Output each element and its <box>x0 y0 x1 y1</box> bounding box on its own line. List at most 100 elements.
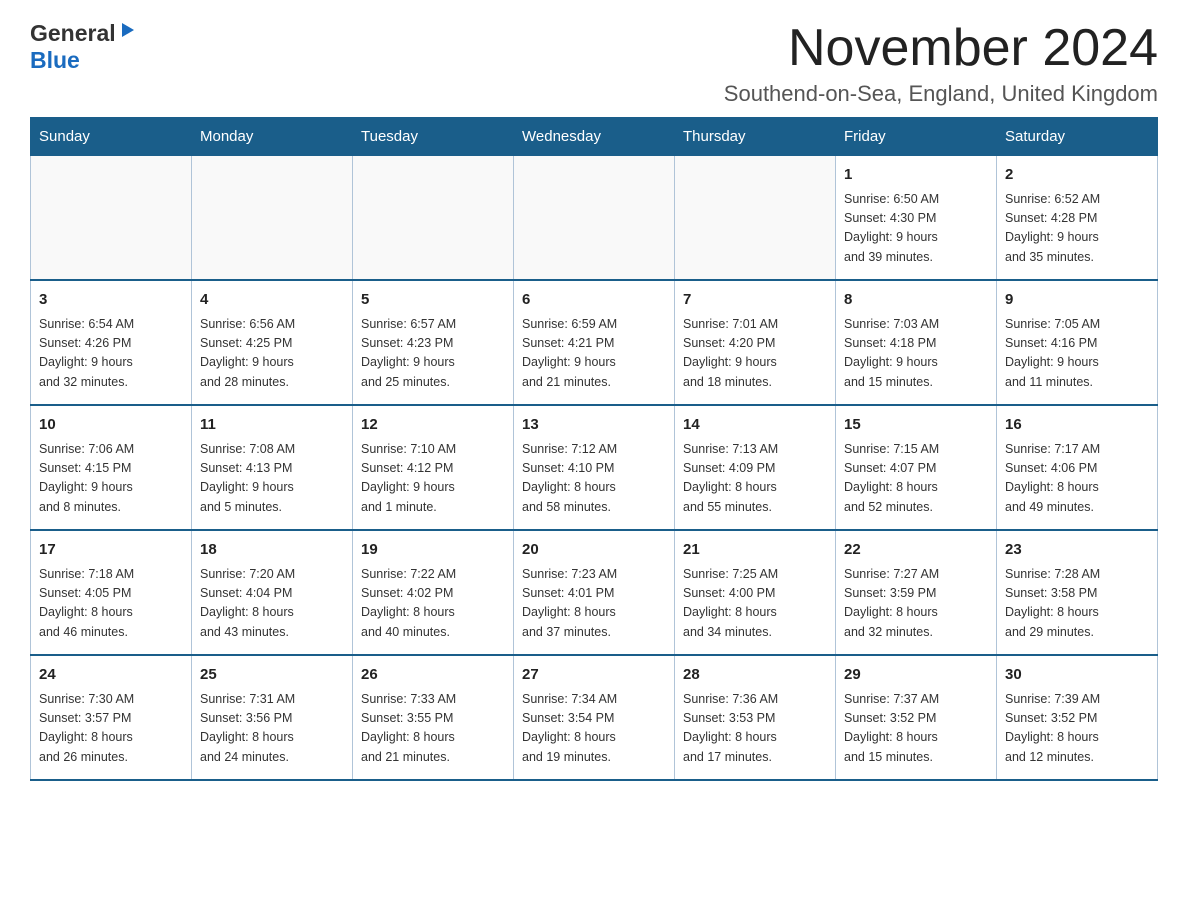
day-info: Sunrise: 7:34 AM Sunset: 3:54 PM Dayligh… <box>522 690 666 768</box>
day-info: Sunrise: 7:05 AM Sunset: 4:16 PM Dayligh… <box>1005 315 1149 393</box>
day-number: 19 <box>361 539 505 562</box>
calendar-cell <box>192 156 353 281</box>
day-number: 28 <box>683 664 827 687</box>
calendar-cell: 2 Sunrise: 6:52 AM Sunset: 4:28 PM Daylig… <box>997 156 1158 281</box>
calendar-day-header: Thursday <box>675 118 836 156</box>
day-number: 11 <box>200 414 344 437</box>
day-number: 24 <box>39 664 183 687</box>
day-number: 29 <box>844 664 988 687</box>
day-number: 3 <box>39 289 183 312</box>
calendar-cell: 23Sunrise: 7:28 AM Sunset: 3:58 PM Dayli… <box>997 530 1158 655</box>
calendar-week-row: 24Sunrise: 7:30 AM Sunset: 3:57 PM Dayli… <box>31 655 1158 780</box>
day-info: Sunrise: 7:31 AM Sunset: 3:56 PM Dayligh… <box>200 690 344 768</box>
title-block: November 2024 Southend-on-Sea, England, … <box>724 20 1158 107</box>
calendar-cell: 6 Sunrise: 6:59 AM Sunset: 4:21 PM Daylig… <box>514 280 675 405</box>
day-info: Sunrise: 7:10 AM Sunset: 4:12 PM Dayligh… <box>361 440 505 518</box>
logo-arrow-icon <box>118 21 136 44</box>
day-number: 22 <box>844 539 988 562</box>
calendar-cell: 25Sunrise: 7:31 AM Sunset: 3:56 PM Dayli… <box>192 655 353 780</box>
location-subtitle: Southend-on-Sea, England, United Kingdom <box>724 81 1158 107</box>
day-info: Sunrise: 7:08 AM Sunset: 4:13 PM Dayligh… <box>200 440 344 518</box>
calendar-cell <box>675 156 836 281</box>
calendar-cell: 20 Sunrise: 7:23 AM Sunset: 4:01 PM Dayli… <box>514 530 675 655</box>
calendar-cell: 18 Sunrise: 7:20 AM Sunset: 4:04 PM Dayli… <box>192 530 353 655</box>
day-info: Sunrise: 7:03 AM Sunset: 4:18 PM Dayligh… <box>844 315 988 393</box>
day-info: Sunrise: 7:23 AM Sunset: 4:01 PM Dayligh… <box>522 565 666 643</box>
calendar-table: SundayMondayTuesdayWednesdayThursdayFrid… <box>30 117 1158 781</box>
day-info: Sunrise: 7:28 AM Sunset: 3:58 PM Dayligh… <box>1005 565 1149 643</box>
calendar-week-row: 10Sunrise: 7:06 AM Sunset: 4:15 PM Dayli… <box>31 405 1158 530</box>
day-info: Sunrise: 6:52 AM Sunset: 4:28 PM Dayligh… <box>1005 190 1149 268</box>
logo-blue-text: Blue <box>30 47 80 73</box>
calendar-day-header: Monday <box>192 118 353 156</box>
day-number: 15 <box>844 414 988 437</box>
day-info: Sunrise: 7:36 AM Sunset: 3:53 PM Dayligh… <box>683 690 827 768</box>
calendar-day-header: Tuesday <box>353 118 514 156</box>
day-info: Sunrise: 7:22 AM Sunset: 4:02 PM Dayligh… <box>361 565 505 643</box>
day-info: Sunrise: 6:59 AM Sunset: 4:21 PM Dayligh… <box>522 315 666 393</box>
day-info: Sunrise: 7:37 AM Sunset: 3:52 PM Dayligh… <box>844 690 988 768</box>
calendar-cell: 12 Sunrise: 7:10 AM Sunset: 4:12 PM Dayli… <box>353 405 514 530</box>
calendar-cell: 15 Sunrise: 7:15 AM Sunset: 4:07 PM Dayli… <box>836 405 997 530</box>
day-number: 14 <box>683 414 827 437</box>
day-number: 30 <box>1005 664 1149 687</box>
day-info: Sunrise: 7:01 AM Sunset: 4:20 PM Dayligh… <box>683 315 827 393</box>
day-number: 20 <box>522 539 666 562</box>
day-info: Sunrise: 7:18 AM Sunset: 4:05 PM Dayligh… <box>39 565 183 643</box>
day-number: 8 <box>844 289 988 312</box>
day-number: 18 <box>200 539 344 562</box>
day-info: Sunrise: 7:33 AM Sunset: 3:55 PM Dayligh… <box>361 690 505 768</box>
calendar-cell: 26 Sunrise: 7:33 AM Sunset: 3:55 PM Dayli… <box>353 655 514 780</box>
day-info: Sunrise: 7:13 AM Sunset: 4:09 PM Dayligh… <box>683 440 827 518</box>
calendar-cell: 29 Sunrise: 7:37 AM Sunset: 3:52 PM Dayli… <box>836 655 997 780</box>
calendar-cell <box>31 156 192 281</box>
day-info: Sunrise: 7:15 AM Sunset: 4:07 PM Dayligh… <box>844 440 988 518</box>
calendar-cell: 4Sunrise: 6:56 AM Sunset: 4:25 PM Daylig… <box>192 280 353 405</box>
calendar-day-header: Saturday <box>997 118 1158 156</box>
day-info: Sunrise: 7:06 AM Sunset: 4:15 PM Dayligh… <box>39 440 183 518</box>
page-header: General Blue November 2024 Southend-on-S… <box>30 20 1158 107</box>
day-number: 27 <box>522 664 666 687</box>
day-info: Sunrise: 7:17 AM Sunset: 4:06 PM Dayligh… <box>1005 440 1149 518</box>
logo: General Blue <box>30 20 136 74</box>
calendar-cell: 7Sunrise: 7:01 AM Sunset: 4:20 PM Daylig… <box>675 280 836 405</box>
day-number: 6 <box>522 289 666 312</box>
calendar-cell <box>514 156 675 281</box>
calendar-cell: 27 Sunrise: 7:34 AM Sunset: 3:54 PM Dayli… <box>514 655 675 780</box>
calendar-cell: 13Sunrise: 7:12 AM Sunset: 4:10 PM Dayli… <box>514 405 675 530</box>
calendar-cell: 16 Sunrise: 7:17 AM Sunset: 4:06 PM Dayli… <box>997 405 1158 530</box>
calendar-cell: 1 Sunrise: 6:50 AM Sunset: 4:30 PM Daylig… <box>836 156 997 281</box>
day-number: 26 <box>361 664 505 687</box>
day-info: Sunrise: 6:54 AM Sunset: 4:26 PM Dayligh… <box>39 315 183 393</box>
day-number: 12 <box>361 414 505 437</box>
day-number: 21 <box>683 539 827 562</box>
day-info: Sunrise: 7:25 AM Sunset: 4:00 PM Dayligh… <box>683 565 827 643</box>
calendar-cell: 11 Sunrise: 7:08 AM Sunset: 4:13 PM Dayli… <box>192 405 353 530</box>
day-info: Sunrise: 6:57 AM Sunset: 4:23 PM Dayligh… <box>361 315 505 393</box>
calendar-week-row: 17 Sunrise: 7:18 AM Sunset: 4:05 PM Dayli… <box>31 530 1158 655</box>
day-number: 17 <box>39 539 183 562</box>
calendar-cell: 5 Sunrise: 6:57 AM Sunset: 4:23 PM Daylig… <box>353 280 514 405</box>
day-number: 1 <box>844 164 988 187</box>
calendar-week-row: 3 Sunrise: 6:54 AM Sunset: 4:26 PM Daylig… <box>31 280 1158 405</box>
calendar-cell: 30 Sunrise: 7:39 AM Sunset: 3:52 PM Dayli… <box>997 655 1158 780</box>
calendar-cell: 19 Sunrise: 7:22 AM Sunset: 4:02 PM Dayli… <box>353 530 514 655</box>
calendar-week-row: 1 Sunrise: 6:50 AM Sunset: 4:30 PM Daylig… <box>31 156 1158 281</box>
calendar-cell <box>353 156 514 281</box>
calendar-cell: 3 Sunrise: 6:54 AM Sunset: 4:26 PM Daylig… <box>31 280 192 405</box>
day-info: Sunrise: 7:27 AM Sunset: 3:59 PM Dayligh… <box>844 565 988 643</box>
day-number: 5 <box>361 289 505 312</box>
day-number: 9 <box>1005 289 1149 312</box>
calendar-cell: 9 Sunrise: 7:05 AM Sunset: 4:16 PM Daylig… <box>997 280 1158 405</box>
day-info: Sunrise: 6:50 AM Sunset: 4:30 PM Dayligh… <box>844 190 988 268</box>
day-number: 2 <box>1005 164 1149 187</box>
day-info: Sunrise: 7:39 AM Sunset: 3:52 PM Dayligh… <box>1005 690 1149 768</box>
calendar-cell: 10Sunrise: 7:06 AM Sunset: 4:15 PM Dayli… <box>31 405 192 530</box>
logo-general-text: General <box>30 20 116 47</box>
calendar-cell: 14 Sunrise: 7:13 AM Sunset: 4:09 PM Dayli… <box>675 405 836 530</box>
day-info: Sunrise: 7:20 AM Sunset: 4:04 PM Dayligh… <box>200 565 344 643</box>
day-number: 13 <box>522 414 666 437</box>
day-number: 16 <box>1005 414 1149 437</box>
calendar-cell: 8 Sunrise: 7:03 AM Sunset: 4:18 PM Daylig… <box>836 280 997 405</box>
calendar-day-header: Wednesday <box>514 118 675 156</box>
